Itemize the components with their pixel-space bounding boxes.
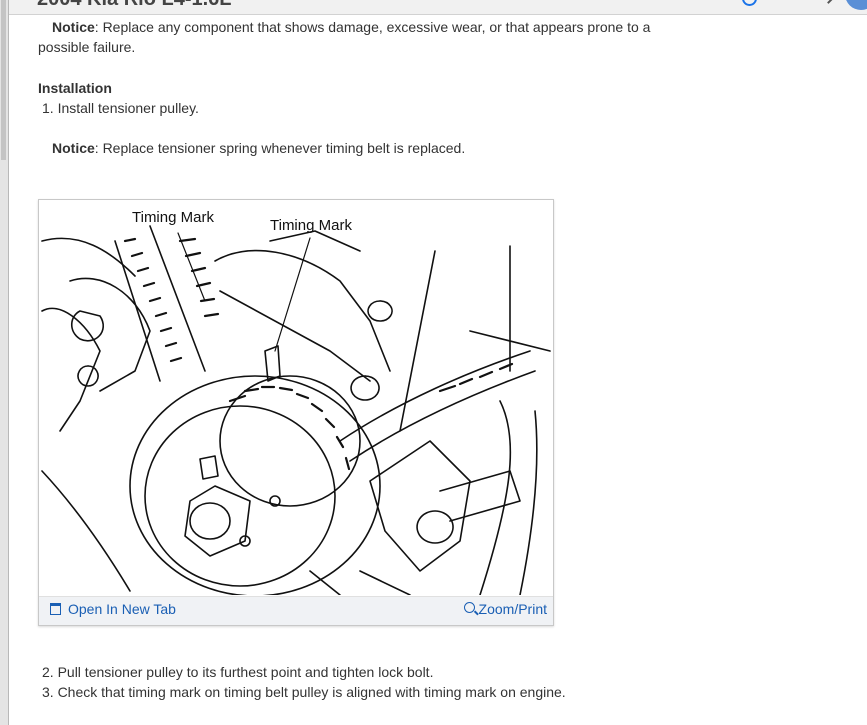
avatar[interactable]	[845, 0, 867, 10]
left-scrollbar[interactable]	[0, 0, 9, 725]
timing-belt-drawing: Timing Mark Timing Mark	[41, 209, 551, 595]
step-2: 2. Pull tensioner pulley to its furthest…	[42, 664, 434, 680]
notice-text: : Replace any component that shows damag…	[38, 19, 651, 55]
chevron-down-icon[interactable]	[822, 0, 835, 4]
search-icon[interactable]	[742, 0, 757, 6]
steps-after-figure: 2. Pull tensioner pulley to its furthest…	[42, 662, 566, 702]
step-1: 1. Install tensioner pulley.	[42, 100, 199, 116]
notice-paragraph: Notice: Replace any component that shows…	[38, 17, 678, 57]
step-3: 3. Check that timing mark on timing belt…	[42, 684, 566, 700]
notice-label-2: Notice	[52, 140, 95, 156]
installation-heading: Installation	[38, 80, 112, 96]
zoom-print-label: Zoom/Print	[478, 601, 547, 617]
scrollbar-thumb[interactable]	[1, 0, 6, 160]
timing-belt-figure: Timing Mark Timing Mark Open In New Tab …	[38, 199, 554, 626]
page-title: 2004 Kia Rio L4-1.6L	[37, 0, 232, 11]
notice-paragraph-2: Notice: Replace tensioner spring wheneve…	[38, 138, 678, 158]
zoom-print-link[interactable]: Zoom/Print	[463, 601, 547, 617]
notice-label: Notice	[52, 19, 95, 35]
timing-mark-label-1: Timing Mark	[132, 209, 214, 226]
timing-mark-label-2: Timing Mark	[270, 217, 352, 234]
open-in-new-tab-icon	[50, 603, 61, 615]
article-body: Notice: Replace any component that shows…	[38, 17, 678, 158]
zoom-in-icon	[463, 601, 475, 613]
notice-text-2: : Replace tensioner spring whenever timi…	[94, 140, 466, 156]
top-header: 2004 Kia Rio L4-1.6L	[9, 0, 867, 15]
open-in-new-tab-link[interactable]: Open In New Tab	[50, 601, 176, 617]
figure-footer: Open In New Tab Zoom/Print	[39, 596, 553, 625]
open-in-new-tab-label: Open In New Tab	[68, 601, 176, 617]
